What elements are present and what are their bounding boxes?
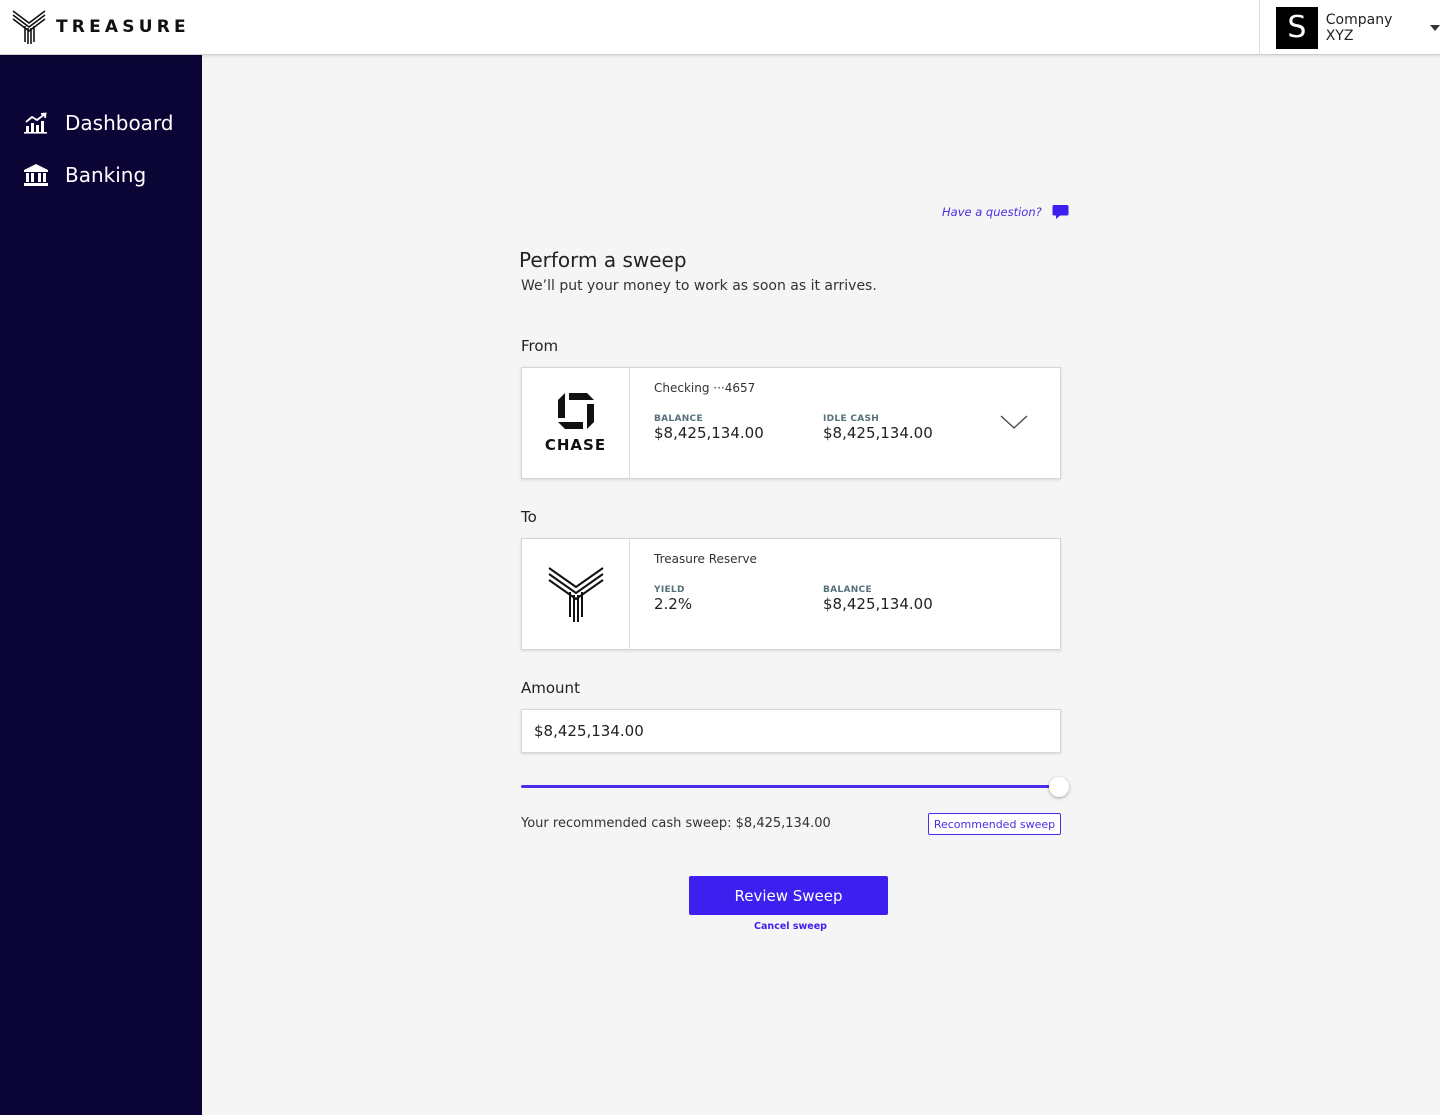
sidebar-item-dashboard[interactable]: Dashboard (24, 111, 174, 135)
amount-label: Amount (521, 679, 580, 697)
from-idle-cash: IDLE CASH $8,425,134.00 (823, 414, 933, 442)
help-text: Have a question? (942, 205, 1042, 219)
treasure-logo (522, 539, 630, 649)
sidebar-item-label: Dashboard (65, 111, 174, 135)
stat-label: BALANCE (654, 414, 703, 424)
to-label: To (521, 508, 537, 526)
treasure-logo-icon (547, 567, 604, 622)
stat-label: IDLE CASH (823, 414, 880, 424)
sidebar: Dashboard Banking (0, 55, 202, 1115)
from-account-name: Checking ···4657 (654, 381, 756, 395)
stat-value: $8,425,134.00 (823, 424, 933, 442)
avatar: S (1276, 6, 1318, 49)
page-title: Perform a sweep (519, 248, 687, 272)
stat-label: BALANCE (823, 585, 872, 595)
recommendation-text: Your recommended cash sweep: $8,425,134.… (521, 816, 831, 831)
to-account-name: Treasure Reserve (654, 552, 757, 566)
amount-input[interactable] (521, 709, 1061, 753)
recommended-sweep-button[interactable]: Recommended sweep (928, 813, 1061, 835)
help-link[interactable]: Have a question? (942, 204, 1069, 220)
to-account-card: Treasure Reserve YIELD 2.2% BALANCE $8,4… (521, 538, 1061, 650)
chevron-down-icon[interactable] (1000, 414, 1028, 430)
to-yield: YIELD 2.2% (654, 585, 692, 613)
account-menu[interactable]: S Company XYZ (1259, 0, 1440, 55)
amount-slider-track[interactable] (521, 785, 1051, 788)
bank-logo: CHASE (522, 368, 630, 478)
bank-icon (24, 164, 48, 186)
from-account-selector[interactable]: CHASE Checking ···4657 BALANCE $8,425,13… (521, 367, 1061, 479)
stat-value: 2.2% (654, 595, 693, 613)
page-subtitle: We’ll put your money to work as soon as … (521, 278, 877, 294)
chat-bubble-icon (1052, 205, 1069, 219)
stat-value: $8,425,134.00 (654, 424, 764, 442)
amount-slider-thumb[interactable] (1049, 777, 1069, 797)
chart-icon (24, 112, 47, 134)
treasure-logo-icon (12, 10, 46, 44)
main-content: Have a question? Perform a sweep We’ll p… (202, 55, 1440, 1115)
sidebar-item-banking[interactable]: Banking (24, 163, 146, 187)
company-name: Company XYZ (1325, 11, 1393, 44)
brand-name: TREASURE (56, 17, 190, 37)
to-balance: BALANCE $8,425,134.00 (823, 585, 933, 613)
review-sweep-button[interactable]: Review Sweep (689, 876, 888, 915)
from-label: From (521, 337, 559, 355)
bank-name: CHASE (544, 436, 607, 454)
stat-value: $8,425,134.00 (823, 595, 933, 613)
from-balance: BALANCE $8,425,134.00 (654, 414, 764, 442)
top-bar: TREASURE S Company XYZ (0, 0, 1440, 55)
stat-label: YIELD (654, 585, 685, 595)
cancel-sweep-link[interactable]: Cancel sweep (689, 921, 892, 932)
caret-down-icon (1430, 24, 1440, 31)
chase-logo-icon (557, 393, 594, 429)
brand[interactable]: TREASURE (12, 9, 190, 45)
sidebar-item-label: Banking (65, 163, 147, 187)
